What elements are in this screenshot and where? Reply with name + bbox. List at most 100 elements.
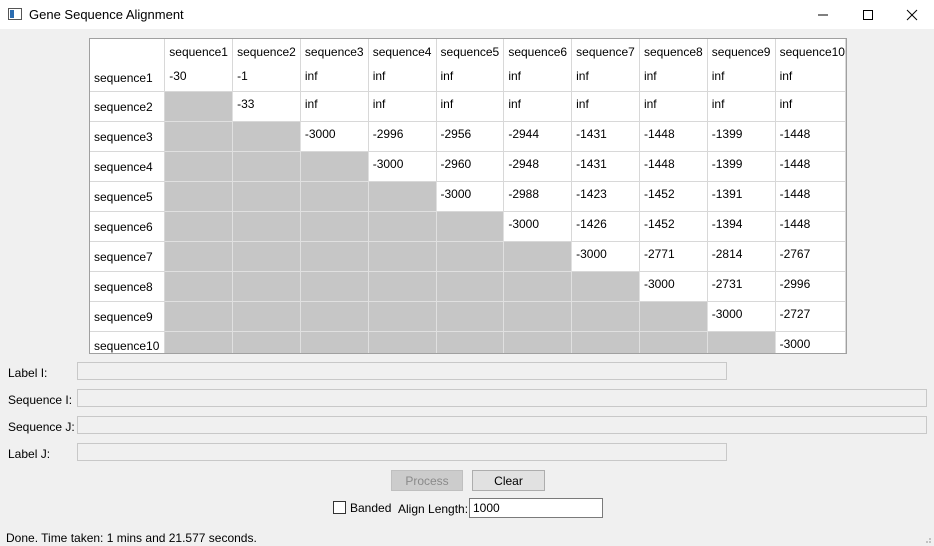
table-cell[interactable]: -2996 — [368, 121, 437, 152]
table-cell-empty[interactable] — [164, 91, 234, 122]
row-header[interactable]: sequence1 — [90, 64, 166, 92]
table-cell-empty[interactable] — [232, 121, 301, 152]
alignment-score-table[interactable]: sequence1 sequence2 sequence3 sequence4 sequ… — [89, 38, 847, 354]
maximize-button[interactable] — [845, 0, 890, 29]
row-header[interactable]: sequence7 — [90, 241, 166, 272]
table-cell-empty[interactable] — [368, 301, 437, 332]
sequence-j-field[interactable] — [77, 416, 927, 434]
table-cell[interactable]: -1448 — [639, 121, 708, 152]
resize-grip-icon[interactable] — [922, 534, 932, 544]
align-length-input[interactable]: 1000 — [469, 498, 603, 518]
column-header[interactable]: sequence1 — [164, 39, 234, 64]
table-cell[interactable]: -2731 — [707, 271, 776, 302]
table-cell-empty[interactable] — [164, 181, 234, 212]
column-header[interactable]: sequence3 — [300, 39, 369, 64]
table-cell[interactable]: inf — [775, 91, 846, 122]
table-cell-empty[interactable] — [164, 211, 234, 242]
table-cell[interactable]: -2988 — [503, 181, 573, 212]
table-cell[interactable]: -3000 — [707, 301, 776, 332]
table-cell[interactable]: -3000 — [639, 271, 708, 302]
table-cell[interactable]: inf — [503, 91, 573, 122]
table-cell-empty[interactable] — [300, 331, 369, 353]
banded-checkbox[interactable] — [333, 501, 346, 514]
table-cell-empty[interactable] — [164, 271, 234, 302]
table-cell[interactable]: -1452 — [639, 181, 708, 212]
label-i-field[interactable] — [77, 362, 727, 380]
column-header[interactable]: sequence4 — [368, 39, 437, 64]
table-cell-empty[interactable] — [164, 301, 234, 332]
table-cell-empty[interactable] — [300, 301, 369, 332]
table-cell[interactable]: -1423 — [571, 181, 640, 212]
table-cell[interactable]: inf — [571, 64, 640, 92]
table-cell-empty[interactable] — [639, 301, 708, 332]
table-cell[interactable]: inf — [300, 91, 369, 122]
table-cell[interactable]: -1448 — [775, 151, 846, 182]
table-cell-empty[interactable] — [164, 121, 234, 152]
table-cell[interactable]: -1448 — [775, 121, 846, 152]
table-cell-empty[interactable] — [300, 151, 369, 182]
table-cell[interactable]: inf — [639, 64, 708, 92]
row-header[interactable]: sequence2 — [90, 91, 166, 122]
column-header[interactable]: sequence8 — [639, 39, 708, 64]
table-cell-empty[interactable] — [368, 241, 437, 272]
column-header[interactable]: sequence6 — [503, 39, 573, 64]
table-cell[interactable]: -2727 — [775, 301, 846, 332]
row-header[interactable]: sequence3 — [90, 121, 166, 152]
column-header[interactable]: sequence9 — [707, 39, 776, 64]
table-cell[interactable]: inf — [436, 64, 505, 92]
table-cell[interactable]: -1391 — [707, 181, 776, 212]
row-header[interactable]: sequence10 — [90, 331, 166, 353]
table-cell[interactable]: -1431 — [571, 121, 640, 152]
table-cell-empty[interactable] — [164, 151, 234, 182]
table-cell[interactable]: -1452 — [639, 211, 708, 242]
process-button[interactable]: Process — [391, 470, 463, 491]
table-cell-empty[interactable] — [436, 271, 505, 302]
label-j-field[interactable] — [77, 443, 727, 461]
table-cell[interactable]: -2948 — [503, 151, 573, 182]
table-cell-empty[interactable] — [368, 181, 437, 212]
table-cell[interactable]: -2771 — [639, 241, 708, 272]
table-cell-empty[interactable] — [639, 331, 708, 353]
table-cell-empty[interactable] — [300, 271, 369, 302]
table-cell[interactable]: -1399 — [707, 151, 776, 182]
table-cell[interactable]: -1394 — [707, 211, 776, 242]
table-cell[interactable]: inf — [707, 64, 776, 92]
table-cell-empty[interactable] — [164, 241, 234, 272]
table-cell[interactable]: -2960 — [436, 151, 505, 182]
table-cell[interactable]: -3000 — [503, 211, 573, 242]
table-cell-empty[interactable] — [300, 211, 369, 242]
table-cell-empty[interactable] — [164, 331, 234, 353]
table-cell-empty[interactable] — [232, 241, 301, 272]
table-cell-empty[interactable] — [436, 331, 505, 353]
table-cell[interactable]: inf — [300, 64, 369, 92]
table-cell-empty[interactable] — [503, 301, 573, 332]
row-header[interactable]: sequence4 — [90, 151, 166, 182]
table-cell-empty[interactable] — [232, 301, 301, 332]
table-cell-empty[interactable] — [232, 181, 301, 212]
row-header[interactable]: sequence8 — [90, 271, 166, 302]
minimize-button[interactable] — [800, 0, 845, 29]
table-cell[interactable]: inf — [639, 91, 708, 122]
table-cell[interactable]: inf — [707, 91, 776, 122]
table-cell[interactable]: -1431 — [571, 151, 640, 182]
table-cell[interactable]: -1426 — [571, 211, 640, 242]
table-cell[interactable]: -1 — [232, 64, 301, 92]
table-cell[interactable]: inf — [368, 91, 437, 122]
row-header[interactable]: sequence6 — [90, 211, 166, 242]
sequence-i-field[interactable] — [77, 389, 927, 407]
table-cell[interactable]: -1399 — [707, 121, 776, 152]
table-cell[interactable]: -33 — [232, 91, 301, 122]
table-cell-empty[interactable] — [571, 301, 640, 332]
table-cell-empty[interactable] — [232, 271, 301, 302]
clear-button[interactable]: Clear — [472, 470, 545, 491]
table-cell-empty[interactable] — [503, 241, 573, 272]
table-cell[interactable]: inf — [503, 64, 573, 92]
table-cell[interactable]: inf — [775, 64, 846, 92]
row-header[interactable]: sequence5 — [90, 181, 166, 212]
table-cell-empty[interactable] — [232, 211, 301, 242]
table-cell-empty[interactable] — [503, 331, 573, 353]
table-cell[interactable]: inf — [571, 91, 640, 122]
column-header[interactable]: sequence7 — [571, 39, 640, 64]
table-cell-empty[interactable] — [571, 331, 640, 353]
table-cell[interactable]: -2814 — [707, 241, 776, 272]
